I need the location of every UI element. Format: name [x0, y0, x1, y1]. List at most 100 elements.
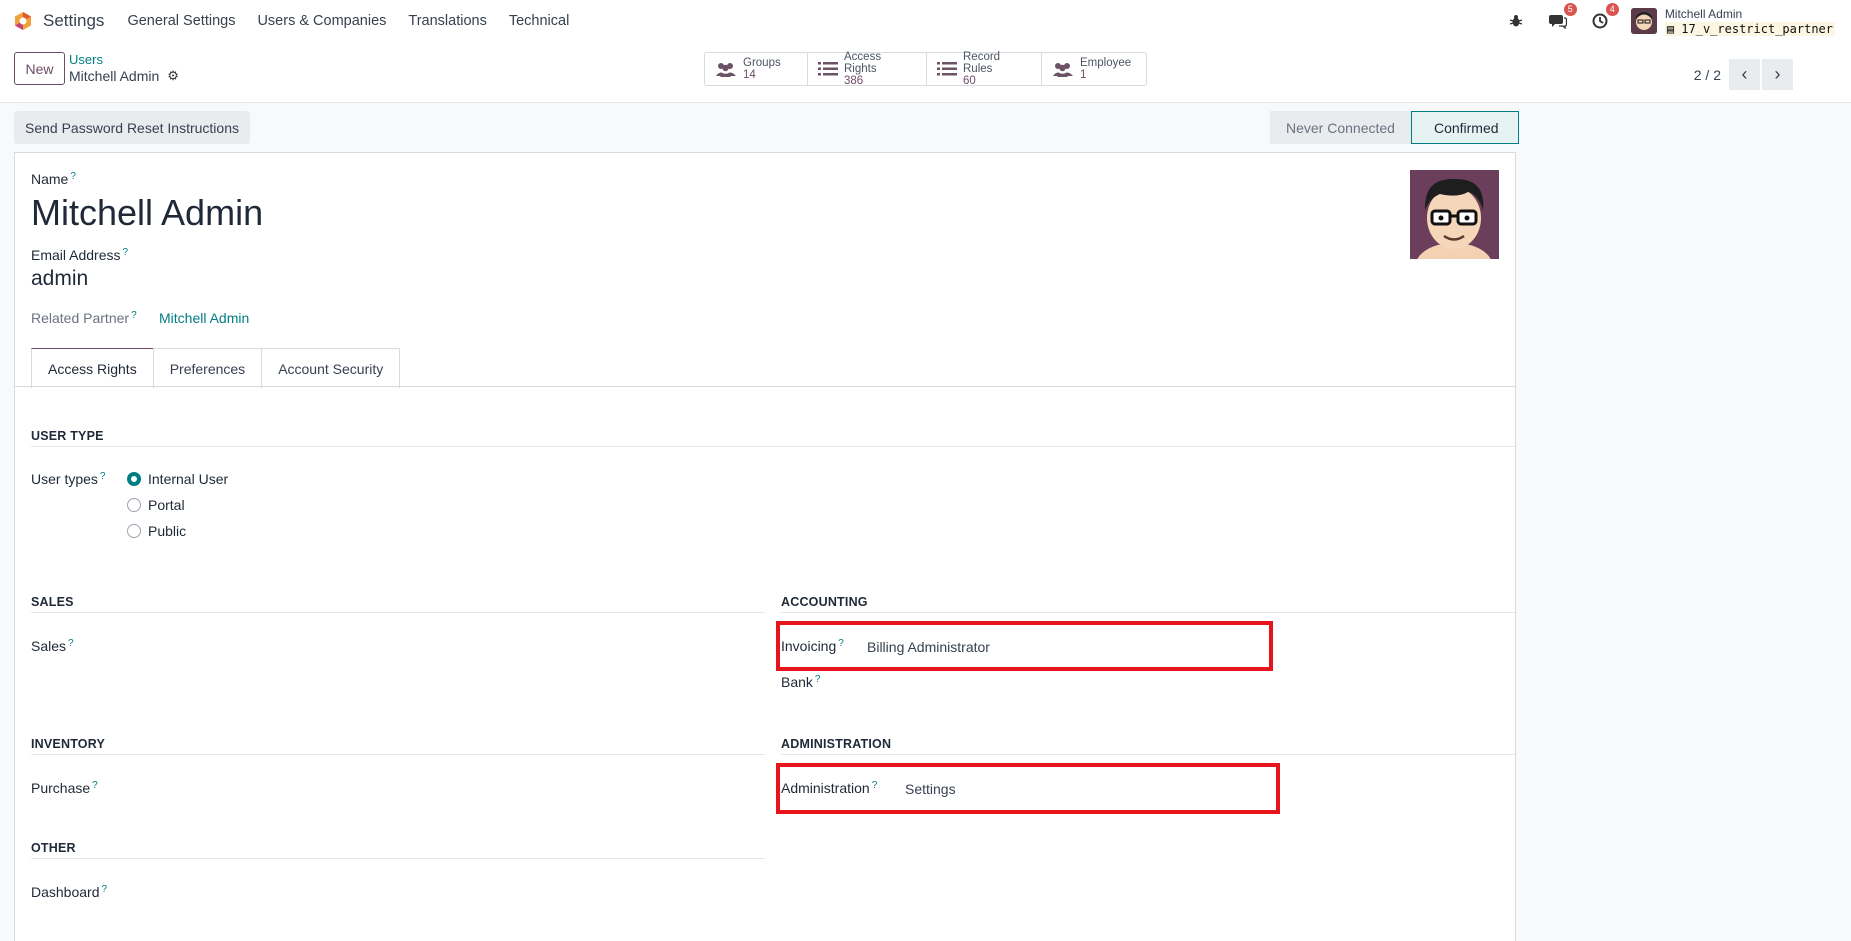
debug-icon[interactable] — [1505, 10, 1527, 32]
help-icon[interactable]: ? — [68, 638, 74, 649]
messages-icon[interactable]: 5 — [1547, 3, 1577, 32]
help-icon[interactable]: ? — [102, 884, 108, 895]
smart-value: 14 — [743, 69, 756, 81]
radio-internal-user[interactable]: Internal User — [127, 471, 228, 487]
stage-never-connected[interactable]: Never Connected — [1270, 111, 1411, 144]
activities-icon[interactable]: 4 — [1589, 3, 1619, 32]
user-menu[interactable]: Mitchell Admin ▤ 17_v_restrict_partner — [1664, 6, 1835, 36]
help-icon[interactable]: ? — [92, 780, 98, 791]
user-avatar[interactable] — [1630, 8, 1657, 34]
stage-confirmed[interactable]: Confirmed — [1410, 111, 1519, 144]
related-partner-link[interactable]: Mitchell Admin — [159, 310, 249, 326]
control-panel: New Users Mitchell Admin ⚙ Groups 14 Acce… — [0, 42, 1851, 103]
sales-label-text: Sales — [31, 638, 67, 654]
email-field[interactable]: admin — [31, 267, 88, 291]
section-divider — [31, 754, 765, 755]
smart-value: 1 — [1080, 69, 1087, 81]
purchase-label-text: Purchase — [31, 780, 91, 796]
smart-button-access-rights[interactable]: Access Rights 386 — [808, 51, 927, 87]
breadcrumb-current: Mitchell Admin ⚙ — [69, 68, 179, 84]
send-password-reset-button[interactable]: Send Password Reset Instructions — [14, 111, 250, 144]
status-bar: Never Connected Confirmed — [1270, 111, 1519, 144]
gear-icon[interactable]: ⚙ — [167, 68, 179, 84]
help-icon[interactable]: ? — [122, 247, 128, 258]
section-sales: SALES — [31, 595, 74, 609]
chevron-left-icon[interactable]: ‹ — [1729, 59, 1760, 90]
section-accounting: ACCOUNTING — [781, 595, 868, 609]
name-label: Name? — [31, 171, 76, 187]
tab-preferences[interactable]: Preferences — [152, 348, 263, 388]
user-types-label-text: User types — [31, 471, 98, 487]
chevron-right-icon[interactable]: › — [1762, 59, 1793, 90]
purchase-label: Purchase? — [31, 780, 98, 796]
sales-label: Sales? — [31, 638, 74, 654]
related-partner-label: Related Partner? — [31, 310, 137, 326]
help-icon[interactable]: ? — [70, 171, 76, 182]
radio-public[interactable]: Public — [127, 523, 186, 539]
bank-label: Bank? — [781, 674, 820, 690]
related-partner-label-text: Related Partner — [31, 310, 130, 326]
section-divider — [31, 858, 765, 859]
smart-label: Employee — [1080, 57, 1132, 69]
section-administration: ADMINISTRATION — [781, 737, 892, 751]
bank-label-text: Bank — [781, 674, 813, 690]
tabs-divider — [15, 386, 1515, 387]
section-divider — [781, 612, 1515, 613]
list-icon — [818, 61, 838, 77]
section-divider — [31, 446, 1515, 447]
radio-checked-icon[interactable] — [127, 472, 141, 486]
email-label-text: Email Address — [31, 247, 121, 263]
radio-unchecked-icon[interactable] — [127, 524, 141, 538]
new-button[interactable]: New — [14, 52, 65, 85]
section-divider — [781, 754, 1515, 755]
main-menu: General Settings Users & Companies Trans… — [116, 13, 580, 29]
smart-value: 60 — [963, 75, 976, 87]
menu-technical[interactable]: Technical — [498, 13, 580, 29]
users-icon — [715, 61, 737, 77]
smart-button-groups[interactable]: Groups 14 — [705, 53, 808, 85]
user-types-label: User types? — [31, 471, 105, 487]
users-icon — [1052, 61, 1074, 77]
app-name[interactable]: Settings — [43, 11, 104, 31]
smart-label: Record Rules — [963, 51, 1001, 75]
menu-translations[interactable]: Translations — [397, 13, 497, 29]
smart-button-employee[interactable]: Employee 1 — [1042, 53, 1146, 85]
menu-general-settings[interactable]: General Settings — [116, 13, 246, 29]
radio-portal[interactable]: Portal — [127, 497, 185, 513]
smart-label: Groups — [743, 57, 781, 69]
tab-access-rights[interactable]: Access Rights — [31, 348, 154, 388]
systray: 5 4 Mitchell Admin ▤ 17_v_restrict_partn… — [1505, 0, 1851, 42]
smart-value: 386 — [844, 75, 864, 87]
app-logo-icon[interactable] — [13, 11, 33, 31]
help-icon[interactable]: ? — [100, 471, 106, 482]
top-navbar: Settings General Settings Users & Compan… — [0, 0, 1851, 42]
smart-buttons: Groups 14 Access Rights 386 Record Rules 60… — [704, 51, 1147, 87]
activities-badge: 4 — [1605, 3, 1619, 16]
highlight-box-invoicing — [776, 621, 1273, 671]
menu-users-companies[interactable]: Users & Companies — [246, 13, 397, 29]
list-icon — [937, 61, 957, 77]
breadcrumb-current-label: Mitchell Admin — [69, 68, 160, 84]
smart-label: Access Rights — [844, 51, 882, 75]
name-field[interactable]: Mitchell Admin — [31, 192, 263, 234]
smart-button-record-rules[interactable]: Record Rules 60 — [927, 51, 1042, 87]
messages-badge: 5 — [1563, 3, 1577, 16]
user-photo[interactable] — [1410, 170, 1499, 259]
tab-account-security[interactable]: Account Security — [261, 348, 401, 388]
section-inventory: INVENTORY — [31, 737, 106, 751]
radio-label: Portal — [148, 497, 185, 513]
section-other: OTHER — [31, 841, 76, 855]
help-icon[interactable]: ? — [131, 310, 137, 321]
database-icon: ▤ — [1666, 21, 1675, 36]
dashboard-label: Dashboard? — [31, 884, 107, 900]
notebook-tabs: Access Rights Preferences Account Securi… — [31, 348, 401, 388]
database-label: 17_v_restrict_partner — [1681, 21, 1833, 36]
radio-label: Internal User — [148, 471, 229, 487]
section-user-type: USER TYPE — [31, 429, 104, 443]
email-label: Email Address? — [31, 247, 128, 263]
help-icon[interactable]: ? — [815, 674, 821, 685]
radio-unchecked-icon[interactable] — [127, 498, 141, 512]
breadcrumb-users[interactable]: Users — [69, 52, 103, 67]
pager-value[interactable]: 2 / 2 — [1694, 67, 1721, 83]
user-name: Mitchell Admin — [1664, 6, 1743, 21]
